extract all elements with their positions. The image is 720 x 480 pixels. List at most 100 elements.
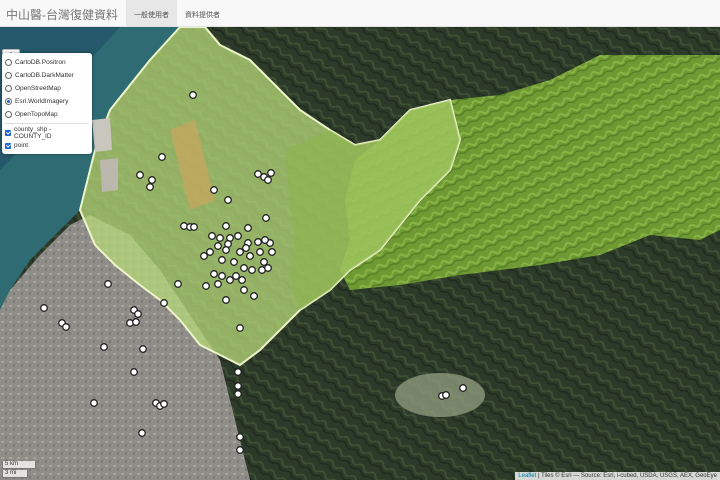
point-marker[interactable]: [240, 264, 248, 272]
point-marker[interactable]: [240, 286, 248, 294]
leaflet-link[interactable]: Leaflet: [518, 473, 536, 479]
attribution-text: | Tiles © Esri — Source: Esri, i-cubed, …: [536, 473, 717, 479]
tab-general-user[interactable]: 一般使用者: [126, 0, 177, 26]
radio-button[interactable]: [5, 72, 12, 79]
point-marker[interactable]: [234, 232, 242, 240]
point-marker[interactable]: [264, 176, 272, 184]
map-view[interactable]: + − 5 km 3 mi Leaflet | Tiles © Esri — S…: [0, 27, 720, 480]
point-marker[interactable]: [206, 248, 214, 256]
point-marker[interactable]: [139, 345, 147, 353]
point-marker[interactable]: [138, 429, 146, 437]
overlay-label: point: [14, 142, 29, 149]
point-marker[interactable]: [260, 258, 268, 266]
point-marker[interactable]: [90, 399, 98, 407]
point-marker[interactable]: [236, 324, 244, 332]
point-marker[interactable]: [210, 186, 218, 194]
point-marker[interactable]: [148, 176, 156, 184]
point-marker[interactable]: [442, 391, 450, 399]
radio-button[interactable]: [5, 111, 12, 118]
point-marker[interactable]: [234, 368, 242, 376]
divider: [5, 123, 89, 124]
base-layer-option[interactable]: CartoDB.Positron: [5, 56, 89, 69]
point-marker[interactable]: [246, 252, 254, 260]
point-marker[interactable]: [158, 153, 166, 161]
point-marker[interactable]: [40, 304, 48, 312]
point-marker[interactable]: [190, 223, 198, 231]
point-marker[interactable]: [189, 91, 197, 99]
layer-label: CartoDB.DarkMatter: [15, 72, 74, 79]
checkbox[interactable]: [5, 142, 11, 149]
layer-label: Esri.WorldImagery: [15, 98, 69, 105]
point-marker[interactable]: [234, 390, 242, 398]
navbar: 中山醫-台灣復健資料 一般使用者 資料提供者: [0, 0, 720, 27]
point-marker[interactable]: [160, 400, 168, 408]
checkbox[interactable]: [5, 129, 11, 136]
point-marker[interactable]: [236, 446, 244, 454]
point-marker[interactable]: [222, 296, 230, 304]
scale-metric: 5 km: [2, 461, 36, 469]
brand-title[interactable]: 中山醫-台灣復健資料: [0, 0, 126, 26]
point-marker[interactable]: [262, 214, 270, 222]
point-marker[interactable]: [202, 282, 210, 290]
point-marker[interactable]: [214, 242, 222, 250]
point-marker[interactable]: [174, 280, 182, 288]
scale-imperial: 3 mi: [2, 470, 28, 478]
overlay-option[interactable]: county_shp - COUNTY_ID: [5, 125, 89, 140]
map-imagery: [0, 27, 720, 480]
point-marker[interactable]: [222, 246, 230, 254]
layer-label: OpenStreetMap: [15, 85, 61, 92]
tab-data-provider[interactable]: 資料提供者: [177, 0, 228, 26]
base-layer-option[interactable]: CartoDB.DarkMatter: [5, 69, 89, 82]
point-marker[interactable]: [250, 292, 258, 300]
point-marker[interactable]: [254, 238, 262, 246]
point-marker[interactable]: [238, 276, 246, 284]
point-marker[interactable]: [208, 232, 216, 240]
harbor: [92, 118, 112, 152]
point-marker[interactable]: [222, 222, 230, 230]
radio-button-selected[interactable]: [5, 98, 12, 105]
point-marker[interactable]: [234, 382, 242, 390]
point-marker[interactable]: [200, 252, 208, 260]
point-marker[interactable]: [242, 244, 250, 252]
point-marker[interactable]: [216, 234, 224, 242]
layer-control: CartoDB.Positron CartoDB.DarkMatter Open…: [2, 53, 92, 154]
overlay-option[interactable]: point: [5, 139, 89, 152]
point-marker[interactable]: [218, 256, 226, 264]
point-marker[interactable]: [264, 264, 272, 272]
point-marker[interactable]: [134, 310, 142, 318]
overlay-label: county_shp - COUNTY_ID: [14, 125, 52, 140]
point-marker[interactable]: [230, 258, 238, 266]
radio-button[interactable]: [5, 59, 12, 66]
point-marker[interactable]: [267, 169, 275, 177]
base-layer-option[interactable]: OpenTopoMap: [5, 108, 89, 121]
point-marker[interactable]: [459, 384, 467, 392]
point-marker[interactable]: [244, 224, 252, 232]
point-marker[interactable]: [232, 272, 240, 280]
point-marker[interactable]: [62, 323, 70, 331]
point-marker[interactable]: [236, 433, 244, 441]
layer-label: OpenTopoMap: [15, 111, 58, 118]
point-marker[interactable]: [146, 183, 154, 191]
point-marker[interactable]: [256, 248, 264, 256]
point-marker[interactable]: [160, 299, 168, 307]
point-marker[interactable]: [261, 236, 269, 244]
point-marker[interactable]: [248, 266, 256, 274]
point-marker[interactable]: [210, 270, 218, 278]
point-marker[interactable]: [100, 343, 108, 351]
point-marker[interactable]: [132, 318, 140, 326]
point-marker[interactable]: [214, 280, 222, 288]
radio-button[interactable]: [5, 85, 12, 92]
point-marker[interactable]: [226, 276, 234, 284]
base-layer-option[interactable]: OpenStreetMap: [5, 82, 89, 95]
point-marker[interactable]: [104, 280, 112, 288]
base-layer-option[interactable]: Esri.WorldImagery: [5, 95, 89, 108]
point-marker[interactable]: [136, 171, 144, 179]
attribution: Leaflet | Tiles © Esri — Source: Esri, i…: [515, 472, 720, 480]
point-marker[interactable]: [236, 248, 244, 256]
point-marker[interactable]: [268, 248, 276, 256]
layer-label: CartoDB.Positron: [15, 59, 66, 66]
point-marker[interactable]: [130, 368, 138, 376]
point-marker[interactable]: [224, 196, 232, 204]
scale-bar: 5 km 3 mi: [2, 460, 36, 478]
point-marker[interactable]: [218, 272, 226, 280]
